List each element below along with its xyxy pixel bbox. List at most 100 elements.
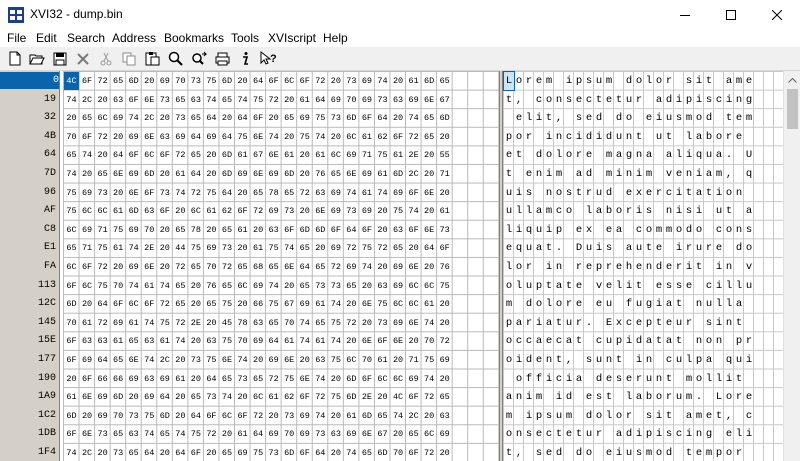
hex-byte[interactable]: 74 [344,444,359,461]
text-char[interactable] [574,351,584,369]
text-char[interactable]: e [604,221,614,239]
hex-byte[interactable]: 69 [235,165,250,183]
text-char[interactable]: l [554,146,564,164]
text-char[interactable]: r [634,370,644,388]
hex-byte[interactable]: 66 [95,370,110,388]
hex-byte[interactable]: 6D [157,407,172,425]
text-char[interactable]: e [564,425,574,443]
hex-byte[interactable]: 6F [64,425,79,443]
text-char[interactable]: m [544,202,554,220]
hex-byte[interactable]: 61 [235,221,250,239]
text-char[interactable]: i [544,258,554,276]
text-char[interactable]: s [674,109,684,127]
text-char[interactable]: h [624,258,634,276]
text-char[interactable]: c [584,91,594,109]
hex-byte[interactable]: 6E [359,332,374,350]
hex-byte[interactable]: 6C [188,202,203,220]
text-char[interactable] [744,128,754,146]
hex-byte[interactable]: 65 [297,239,312,257]
text-char[interactable]: , [724,407,734,425]
hex-byte[interactable]: 65 [204,295,219,313]
text-char[interactable]: i [554,388,564,406]
hex-byte[interactable]: 20 [157,444,172,461]
hex-byte[interactable]: 6F [64,277,79,295]
text-char[interactable]: u [674,314,684,332]
hex-byte[interactable]: 69 [157,370,172,388]
text-char[interactable]: c [624,314,634,332]
text-char[interactable] [724,239,734,257]
text-char[interactable]: d [534,146,544,164]
text-char[interactable]: m [714,165,724,183]
text-char[interactable]: e [684,277,694,295]
hex-byte[interactable]: 74 [406,109,421,127]
text-char[interactable]: i [544,165,554,183]
text-char[interactable]: n [694,332,704,350]
text-char[interactable]: i [574,128,584,146]
text-char[interactable]: o [654,388,664,406]
hex-byte[interactable]: 6E [282,351,297,369]
text-char[interactable]: U [744,146,754,164]
text-char[interactable]: e [574,295,584,313]
hex-byte[interactable]: 6C [80,277,95,295]
text-char[interactable] [594,165,604,183]
hex-byte[interactable]: 6E [422,184,437,202]
text-char[interactable]: e [604,444,614,461]
text-char[interactable]: r [654,184,664,202]
hex-byte[interactable]: 20 [80,407,95,425]
text-char[interactable] [744,184,754,202]
text-char[interactable]: i [694,165,704,183]
text-char[interactable]: s [594,388,604,406]
text-char[interactable]: e [714,239,724,257]
hex-byte[interactable]: 6F [235,407,250,425]
text-char[interactable]: d [524,295,534,313]
text-char[interactable]: c [564,128,574,146]
hex-byte[interactable]: 69 [359,202,374,220]
hex-byte[interactable]: 6C [95,109,110,127]
text-char[interactable]: t [604,388,614,406]
text-char[interactable]: a [644,146,654,164]
hex-byte[interactable]: 64 [220,128,235,146]
hex-byte[interactable]: 45 [220,314,235,332]
text-char[interactable]: s [584,351,594,369]
hex-byte[interactable]: 20 [157,109,172,127]
text-char[interactable]: i [634,425,644,443]
text-char[interactable]: e [624,370,634,388]
text-char[interactable]: o [514,370,524,388]
hex-byte[interactable]: 20 [328,72,343,90]
text-char[interactable]: l [734,425,744,443]
text-char[interactable]: g [644,295,654,313]
hex-byte[interactable]: 76 [204,277,219,295]
text-char[interactable]: c [744,407,754,425]
hex-byte[interactable]: 20 [422,407,437,425]
text-char[interactable]: , [724,165,734,183]
hex-byte[interactable]: 20 [251,221,266,239]
text-char[interactable]: t [704,72,714,90]
text-char[interactable]: n [634,146,644,164]
text-char[interactable]: a [704,165,714,183]
hex-byte[interactable]: 65 [422,128,437,146]
text-char[interactable] [534,128,544,146]
hex-byte[interactable]: 20 [111,184,126,202]
text-char[interactable]: l [684,351,694,369]
text-char[interactable]: s [574,109,584,127]
hex-byte[interactable]: 73 [313,277,328,295]
hex-byte[interactable]: 69 [297,295,312,313]
text-char[interactable]: p [504,128,514,146]
text-char[interactable]: v [664,165,674,183]
text-char[interactable]: d [624,72,634,90]
hex-byte[interactable]: 74 [359,258,374,276]
hex-byte[interactable]: 64 [266,332,281,350]
text-char[interactable]: l [644,72,654,90]
text-char[interactable]: l [604,407,614,425]
text-char[interactable]: c [704,277,714,295]
text-char[interactable]: a [534,332,544,350]
hex-byte[interactable]: 20 [235,239,250,257]
hex-byte[interactable]: 75 [359,239,374,257]
text-char[interactable]: t [654,314,664,332]
text-char[interactable]: l [734,277,744,295]
hex-byte[interactable]: 20 [111,128,126,146]
text-char[interactable]: i [674,202,684,220]
hex-byte[interactable]: 61 [359,128,374,146]
menu-bookmarks[interactable]: Bookmarks [164,31,224,45]
text-char[interactable] [654,165,664,183]
